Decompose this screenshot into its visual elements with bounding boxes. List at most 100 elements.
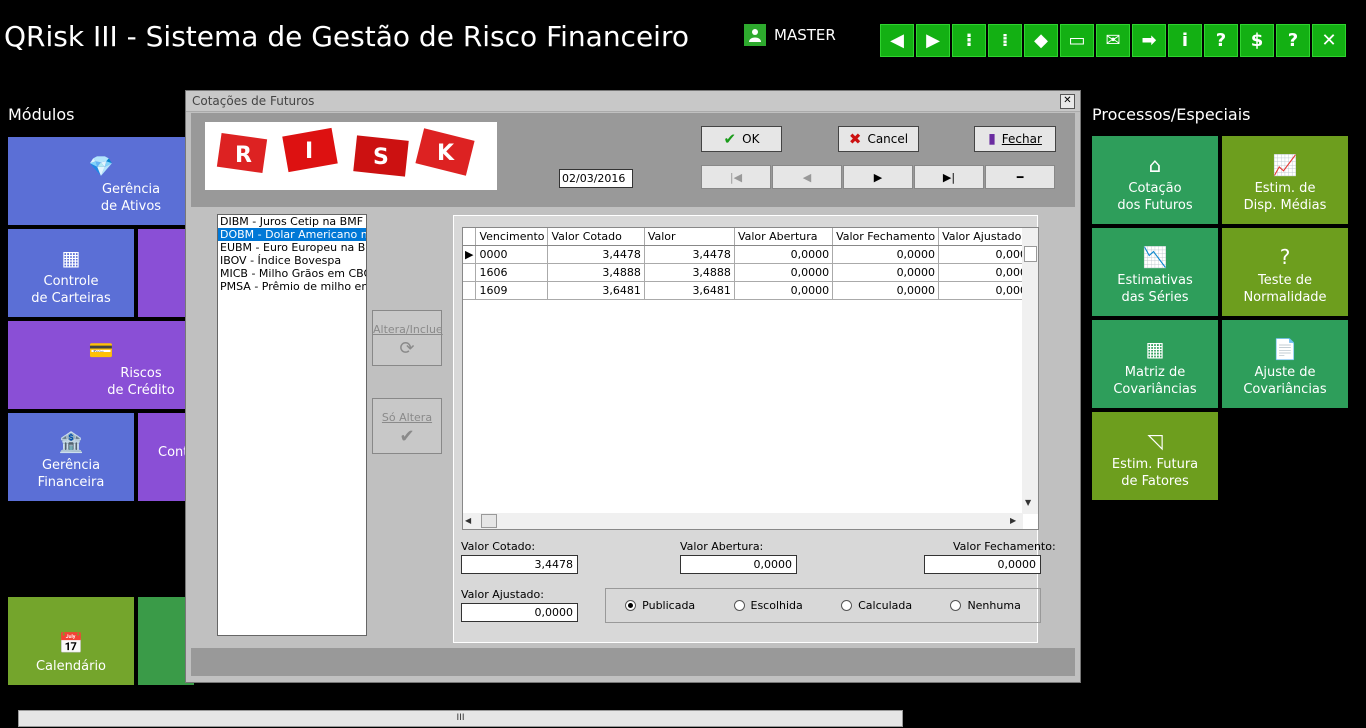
tile-processo[interactable]: 📉 Estimativas das Séries <box>1092 228 1218 316</box>
list-item[interactable]: PMSA - Prêmio de milho em <box>218 280 366 293</box>
column-header[interactable]: Valor Fechamento <box>832 228 940 246</box>
scroll-right-icon[interactable]: ▶ <box>1010 516 1016 525</box>
bank-icon: 🏦 <box>58 430 84 454</box>
table-cell[interactable]: 3,4478 <box>644 245 735 264</box>
table-cell[interactable]: 0,0000 <box>832 281 940 300</box>
column-header[interactable]: Valor Cotado <box>547 228 645 246</box>
table-row[interactable]: 1609 3,6481 3,6481 0,0000 0,0000 0,0000 <box>463 281 1038 300</box>
column-header[interactable]: Valor Abertura <box>734 228 834 246</box>
valor-cotado-field[interactable]: 3,4478 <box>461 555 578 574</box>
traffic-light-icon[interactable]: ⁝ <box>952 24 986 57</box>
tile-label: Financeira <box>37 475 105 490</box>
tile-controle-carteiras[interactable]: ▦ Controle de Carteiras <box>8 229 134 317</box>
table-cell[interactable]: 0,0000 <box>734 263 834 282</box>
scroll-down-icon[interactable]: ▼ <box>1025 498 1031 507</box>
column-header[interactable]: Valor <box>644 228 735 246</box>
tile-gerencia-ativos[interactable]: 💎 Gerência de Ativos <box>8 137 194 225</box>
window-horizontal-scrollbar[interactable]: III <box>18 710 903 727</box>
radio-option[interactable]: Nenhuma <box>950 599 1021 612</box>
info-icon[interactable]: i <box>1168 24 1202 57</box>
radio-option[interactable]: Calculada <box>841 599 912 612</box>
table-cell[interactable]: 3,4888 <box>547 263 645 282</box>
table-cell[interactable]: 0,0000 <box>734 281 834 300</box>
table-cell[interactable]: 3,4478 <box>547 245 645 264</box>
radio-option[interactable]: Escolhida <box>733 599 803 612</box>
close-icon[interactable]: ✕ <box>1312 24 1346 57</box>
document-help-icon[interactable]: ? <box>1204 24 1238 57</box>
radio-dot-icon[interactable] <box>950 600 962 611</box>
tile-processo[interactable]: ▦ Matriz de Covariâncias <box>1092 320 1218 408</box>
ok-button[interactable]: ✔ OK <box>701 126 782 152</box>
nav-next-button[interactable]: ▶ <box>843 165 913 189</box>
tile-icon: 📈 <box>1272 153 1298 177</box>
scroll-left-icon[interactable]: ◀ <box>465 516 471 525</box>
hscroll-thumb[interactable] <box>481 514 497 528</box>
tile-processo[interactable]: 📈 Estim. de Disp. Médias <box>1222 136 1348 224</box>
tile-icon: ▦ <box>1145 337 1165 361</box>
tile-gerencia-financeira[interactable]: 🏦 Gerência Financeira <box>8 413 134 501</box>
nav-last-icon: ▶| <box>942 170 956 184</box>
mail-icon[interactable]: ✉ <box>1096 24 1130 57</box>
quotes-grid[interactable]: Vencimento Valor Cotado Valor Valor Abertur… <box>462 227 1039 530</box>
table-cell[interactable]: 0000 <box>475 245 549 264</box>
dialog-close-button[interactable]: ✕ <box>1060 94 1075 109</box>
nav-prev-button[interactable]: ◀ <box>772 165 842 189</box>
scrollbar-grip: III <box>456 713 465 723</box>
fechar-button[interactable]: ▮ Fechar <box>974 126 1056 152</box>
traffic-light-2-icon[interactable]: ⁞ <box>988 24 1022 57</box>
arrow-right-icon[interactable]: ▶ <box>916 24 950 57</box>
radio-option[interactable]: Publicada <box>625 599 695 612</box>
arrow-left-icon[interactable]: ◀ <box>880 24 914 57</box>
list-item[interactable]: MICB - Milho Grãos em CBO <box>218 267 366 280</box>
nav-first-button[interactable]: |◀ <box>701 165 771 189</box>
column-header[interactable]: Vencimento <box>475 228 549 246</box>
grid-vertical-scrollbar[interactable]: ▼ <box>1022 228 1038 514</box>
table-cell[interactable]: 0,0000 <box>832 263 940 282</box>
tile-processo[interactable]: ⌂ Cotação dos Futuros <box>1092 136 1218 224</box>
tile-processo[interactable]: 📄 Ajuste de Covariâncias <box>1222 320 1348 408</box>
table-cell[interactable]: 1609 <box>475 281 549 300</box>
list-item[interactable]: DOBM - Dolar Americano na <box>218 228 366 241</box>
radio-dot-icon[interactable] <box>841 600 853 611</box>
tile-label: Cotação <box>1128 181 1182 196</box>
processos-title: Processos/Especiais <box>1092 105 1251 124</box>
radio-dot-icon[interactable] <box>733 600 745 611</box>
table-row[interactable]: ▶ 0000 3,4478 3,4478 0,0000 0,0000 0,0000 <box>463 245 1038 264</box>
altera-inclue-button[interactable]: Altera/Inclue ⟳ <box>372 310 443 366</box>
grid-horizontal-scrollbar[interactable]: ◀ ▶ <box>463 513 1023 529</box>
valor-fechamento-field[interactable]: 0,0000 <box>924 555 1041 574</box>
nav-last-button[interactable]: ▶| <box>914 165 984 189</box>
list-item[interactable]: IBOV - Índice Bovespa <box>218 254 366 267</box>
tile-calendario[interactable]: 📅 Calendário <box>8 597 134 685</box>
futures-listbox[interactable]: DIBM - Juros Cetip na BMF DOBM - Dolar Am… <box>217 214 367 636</box>
table-cell[interactable]: 0,0000 <box>832 245 940 264</box>
so-altera-button[interactable]: Só Altera ✔ <box>372 398 442 454</box>
table-cell[interactable]: 0,0000 <box>734 245 834 264</box>
valor-ajustado-label: Valor Ajustado: <box>461 588 544 601</box>
valor-abertura-field[interactable]: 0,0000 <box>680 555 797 574</box>
valor-ajustado-field[interactable]: 0,0000 <box>461 603 578 622</box>
cancel-button[interactable]: ✖ Cancel <box>838 126 919 152</box>
calculator-icon[interactable]: $ <box>1240 24 1274 57</box>
tile-processo[interactable]: ◹ Estim. Futura de Fatores <box>1092 412 1218 500</box>
date-field[interactable]: 02/03/2016 <box>559 169 633 188</box>
tile-riscos-credito[interactable]: 💳 Riscos de Crédito <box>8 321 194 409</box>
help-icon[interactable]: ? <box>1276 24 1310 57</box>
radio-dot-icon[interactable] <box>625 600 637 611</box>
scroll-thumb[interactable] <box>1024 246 1037 262</box>
table-cell[interactable]: 1606 <box>475 263 549 282</box>
table-cell[interactable]: 3,6481 <box>547 281 645 300</box>
tile-processo[interactable]: ? Teste de Normalidade <box>1222 228 1348 316</box>
tile-label: Estim. de <box>1254 181 1316 196</box>
nav-delete-button[interactable]: ━ <box>985 165 1055 189</box>
user-icon <box>744 24 766 46</box>
valor-cotado-label: Valor Cotado: <box>461 540 536 553</box>
export-icon[interactable]: ➡ <box>1132 24 1166 57</box>
table-cell[interactable]: 3,6481 <box>644 281 735 300</box>
table-cell[interactable]: 3,4888 <box>644 263 735 282</box>
paint-bucket-icon[interactable]: ◆ <box>1024 24 1058 57</box>
list-item[interactable]: DIBM - Juros Cetip na BMF <box>218 215 366 228</box>
table-row[interactable]: 1606 3,4888 3,4888 0,0000 0,0000 0,0000 <box>463 263 1038 282</box>
list-item[interactable]: EUBM - Euro Europeu na BM <box>218 241 366 254</box>
monitor-icon[interactable]: ▭ <box>1060 24 1094 57</box>
